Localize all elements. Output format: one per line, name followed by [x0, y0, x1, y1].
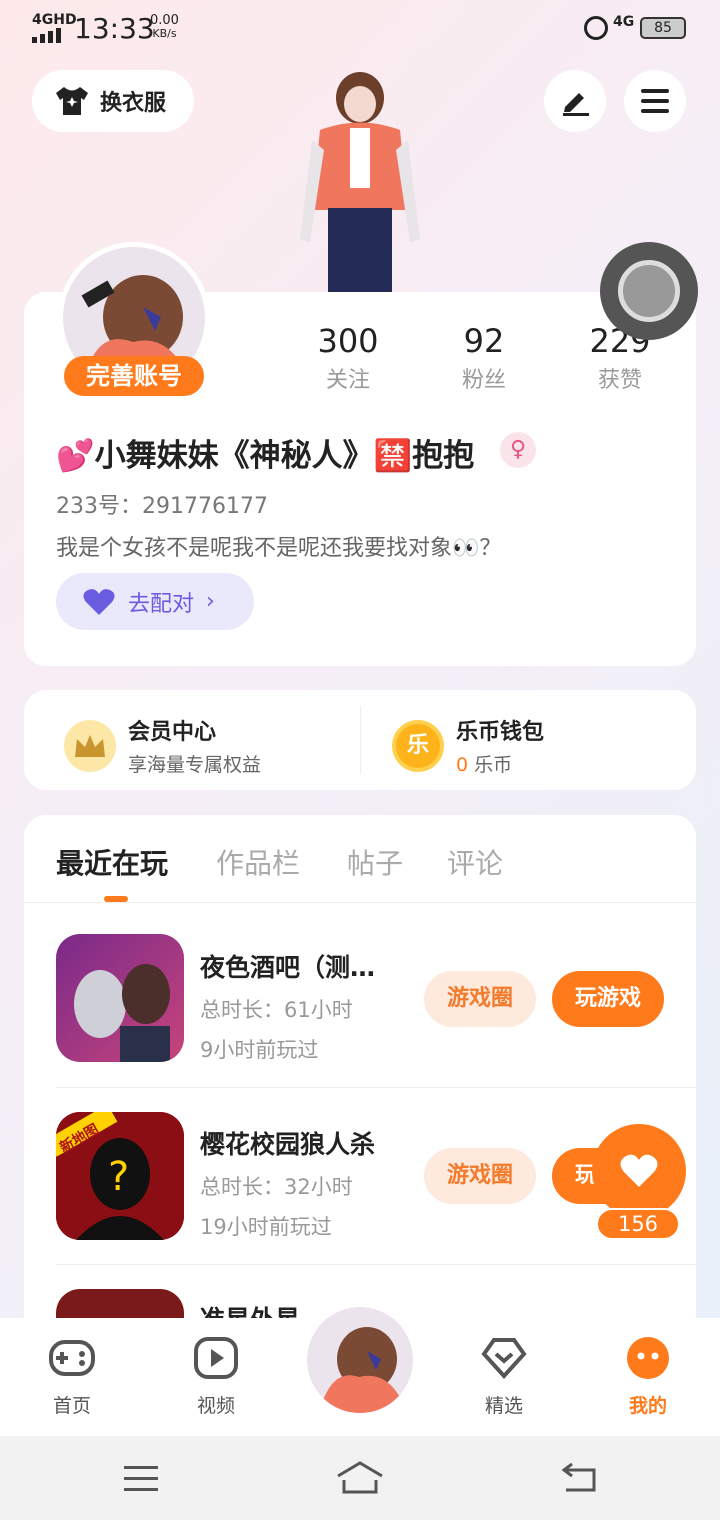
wallet-title: 乐币钱包	[456, 720, 545, 745]
nav-video[interactable]: 视频	[176, 1336, 256, 1418]
list-item: 夜色酒吧（测… 总时长：61小时 9小时前玩过	[200, 948, 375, 1064]
back-icon[interactable]	[560, 1462, 598, 1494]
match-label: 去配对	[128, 591, 195, 617]
stat-following[interactable]: 300 关注	[293, 322, 403, 394]
featured-icon	[481, 1338, 527, 1379]
recent-apps-icon[interactable]	[124, 1466, 158, 1492]
stat-fans[interactable]: 92 粉丝	[429, 322, 539, 394]
like-button[interactable]	[592, 1124, 686, 1218]
profile-icon	[627, 1337, 669, 1379]
nav-video-label: 视频	[196, 1395, 235, 1417]
signal-icon	[32, 28, 61, 43]
heart-icon	[83, 588, 115, 615]
net-speed: 0.00 KB/s	[150, 13, 179, 40]
heart-icon	[620, 1154, 658, 1187]
nav-featured-label: 精选	[484, 1395, 523, 1417]
following-count: 300	[317, 322, 379, 360]
network-type: 4GHD	[32, 12, 77, 28]
bio: 我是个女孩不是呢我不是呢还我要找对象👀？	[56, 536, 502, 561]
nav-me[interactable]: 我的	[608, 1336, 688, 1418]
wallet-balance: 0 乐币	[456, 754, 513, 776]
game-circle-button[interactable]: 游戏圈	[424, 1148, 536, 1204]
svg-text:?: ?	[108, 1154, 129, 1200]
change-outfit-button[interactable]: 换衣服	[32, 70, 194, 132]
edit-button[interactable]	[544, 70, 606, 132]
shirt-icon	[56, 87, 88, 115]
vip-title: 会员中心	[128, 720, 217, 745]
assistive-touch[interactable]	[600, 242, 698, 340]
wallet[interactable]: 乐 乐币钱包 0 乐币	[392, 714, 544, 777]
nav-home[interactable]: 首页	[32, 1336, 112, 1418]
nav-featured[interactable]: 精选	[464, 1336, 544, 1418]
nav-home-label: 首页	[52, 1395, 91, 1417]
chevron-right-icon: ›	[206, 589, 215, 614]
game-last-played: 9小时前玩过	[200, 1038, 319, 1062]
tab-comments[interactable]: 评论	[447, 842, 503, 882]
divider	[56, 1087, 696, 1088]
user-id: 233号：291776177	[56, 494, 268, 519]
battery-icon: 85	[640, 17, 686, 39]
video-icon	[194, 1337, 238, 1379]
clock: 13:33	[74, 12, 155, 45]
pen-icon	[563, 93, 589, 116]
fans-label: 粉丝	[461, 368, 506, 393]
play-game-button[interactable]: 玩游戏	[552, 971, 664, 1027]
game-title: 夜色酒吧（测…	[200, 953, 376, 982]
nav-avatar[interactable]	[304, 1304, 416, 1416]
female-icon: ♀	[500, 432, 536, 468]
match-button[interactable]: 去配对 ›	[56, 573, 254, 630]
divider	[56, 1264, 696, 1265]
game-circle-button[interactable]: 游戏圈	[424, 971, 536, 1027]
home-icon[interactable]	[336, 1460, 384, 1494]
tab-divider	[24, 902, 696, 903]
crown-icon	[64, 719, 116, 772]
tab-recent[interactable]: 最近在玩	[56, 842, 168, 882]
fans-count: 92	[463, 322, 505, 360]
menu-button[interactable]	[624, 70, 686, 132]
status-bar: 4GHD 13:33 0.00 KB/s 4G 85	[0, 0, 720, 56]
nav-me-label: 我的	[628, 1395, 667, 1417]
game-duration: 总时长：32小时	[200, 1175, 353, 1199]
game-duration: 总时长：61小时	[200, 998, 353, 1022]
gamepad-icon	[49, 1340, 95, 1376]
list-item: 樱花校园狼人杀 总时长：32小时 19小时前玩过	[200, 1125, 375, 1241]
vip-center[interactable]: 会员中心 享海量专属权益	[64, 714, 261, 777]
change-outfit-label: 换衣服	[100, 91, 167, 116]
nickname: 💕小舞妹妹《神秘人》🈲抱抱	[56, 438, 475, 474]
like-count: 156	[596, 1208, 680, 1240]
alarm-icon	[584, 16, 608, 40]
coin-icon: 乐	[392, 719, 444, 772]
divider	[360, 706, 361, 774]
game-icon-night-bar[interactable]	[56, 934, 184, 1062]
following-label: 关注	[325, 368, 370, 393]
tab-posts[interactable]: 帖子	[347, 842, 403, 882]
game-title: 樱花校园狼人杀	[200, 1130, 376, 1159]
menu-icon	[641, 89, 669, 113]
game-last-played: 19小时前玩过	[200, 1215, 332, 1239]
vip-subtitle: 享海量专属权益	[128, 754, 262, 776]
game-icon-sakura-werewolf[interactable]: ? 新地图	[56, 1112, 184, 1240]
network-type-right: 4G	[613, 14, 635, 30]
avatar-3d-figure[interactable]	[290, 70, 430, 295]
complete-account-button[interactable]: 完善账号	[64, 356, 204, 396]
likes-label: 获赞	[597, 368, 642, 393]
tab-works[interactable]: 作品栏	[216, 842, 300, 882]
